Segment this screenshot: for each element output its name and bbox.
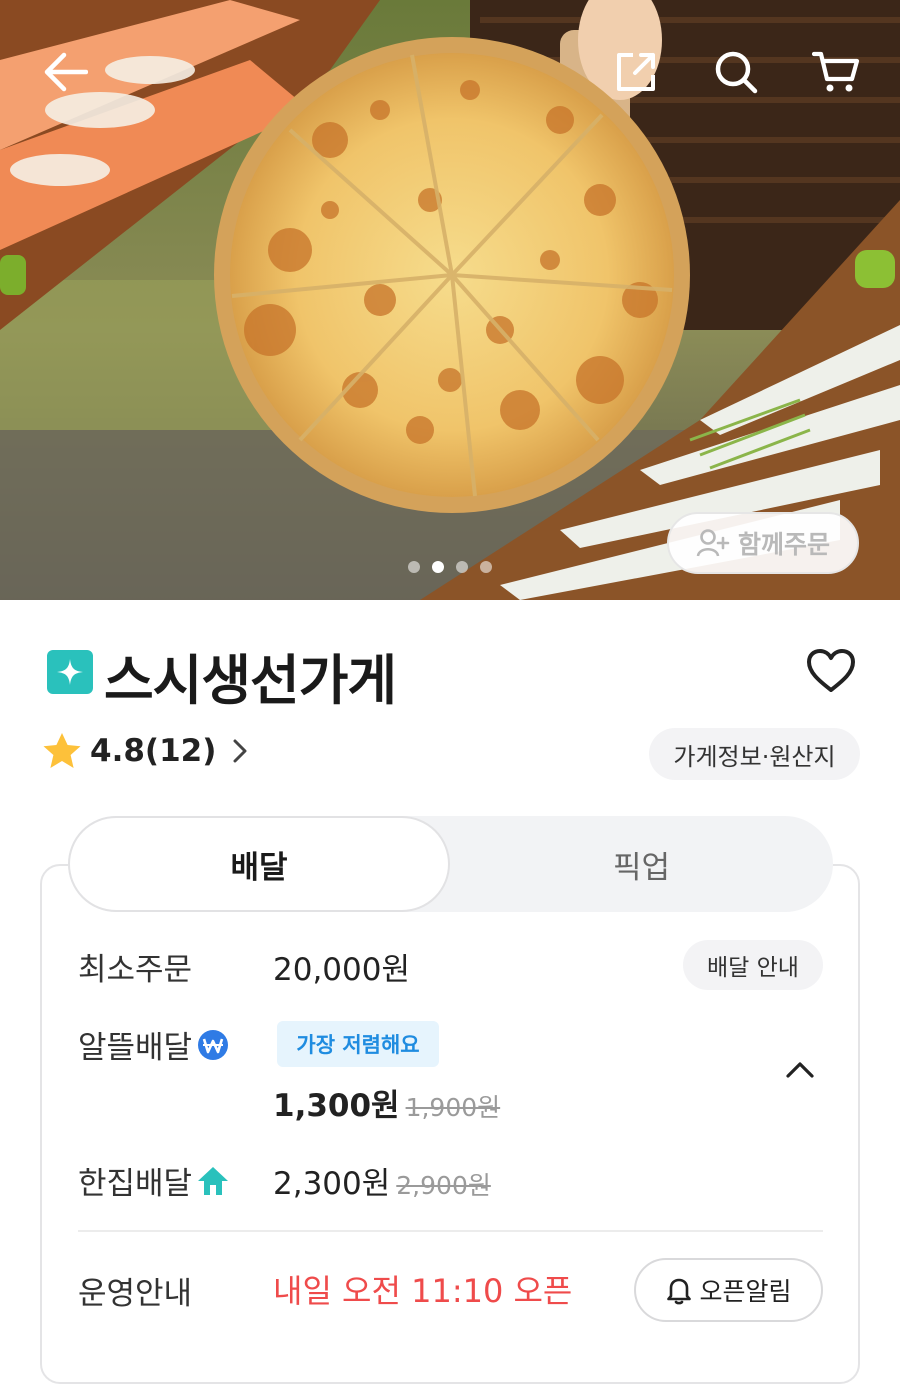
cart-icon xyxy=(812,51,860,92)
cart-button[interactable] xyxy=(804,40,868,104)
group-order-label: 함께주문 xyxy=(737,530,830,559)
single-delivery-original-price: 2,900원 xyxy=(396,1171,491,1200)
bell-icon xyxy=(667,1278,692,1305)
saver-delivery-price-row: 1,300원 1,900원 xyxy=(273,1080,500,1125)
saver-delivery-label-row: 알뜰배달 xyxy=(78,1022,230,1067)
carousel-dot[interactable] xyxy=(480,561,492,573)
collapse-button[interactable] xyxy=(782,1055,818,1085)
divider xyxy=(78,1230,823,1232)
favorite-button[interactable] xyxy=(802,642,860,700)
single-delivery-label: 한집배달 xyxy=(78,1166,193,1202)
tab-pickup[interactable]: 픽업 xyxy=(450,816,833,912)
search-button[interactable] xyxy=(704,40,768,104)
rating-row[interactable]: 4.8(12) xyxy=(42,732,248,770)
share-button[interactable] xyxy=(604,40,668,104)
add-person-icon xyxy=(696,529,730,557)
home-icon xyxy=(198,1166,229,1195)
share-icon xyxy=(617,53,655,91)
min-order-value: 20,000원 xyxy=(273,952,410,988)
carousel-dot-active[interactable] xyxy=(432,561,444,573)
single-delivery-label-row: 한집배달 xyxy=(78,1158,230,1203)
chevron-up-icon xyxy=(786,1062,814,1078)
carousel-dot[interactable] xyxy=(456,561,468,573)
saver-delivery-original-price: 1,900원 xyxy=(405,1093,501,1122)
hours-label: 운영안내 xyxy=(78,1276,193,1312)
carousel-dot[interactable] xyxy=(408,561,420,573)
heart-icon xyxy=(807,649,855,692)
open-alarm-label: 오픈알림 xyxy=(699,1277,792,1306)
store-hero-image: 함께주문 xyxy=(0,0,900,600)
saver-delivery-price: 1,300원 xyxy=(273,1088,400,1124)
back-button[interactable] xyxy=(34,40,98,104)
tab-delivery[interactable]: 배달 xyxy=(68,816,450,912)
rating-value: 4.8(12) xyxy=(90,733,217,769)
store-info-button[interactable]: 가게정보·원산지 xyxy=(649,728,860,780)
sparkle-icon xyxy=(57,659,83,685)
delivery-guide-button[interactable]: 배달 안내 xyxy=(683,940,823,990)
search-icon xyxy=(715,51,758,94)
store-name: 스시생선가게 xyxy=(104,649,397,712)
single-delivery-price-row: 2,300원 2,900원 xyxy=(273,1158,491,1203)
chevron-right-icon xyxy=(233,739,247,763)
star-icon xyxy=(43,733,81,768)
min-order-label: 최소주문 xyxy=(78,952,193,988)
group-order-button[interactable]: 함께주문 xyxy=(667,512,859,574)
single-delivery-price: 2,300원 xyxy=(273,1166,391,1202)
carousel-indicator xyxy=(408,561,492,573)
store-badge-icon xyxy=(47,650,93,694)
won-coin-icon xyxy=(198,1029,229,1060)
open-alarm-button[interactable]: 오픈알림 xyxy=(634,1258,823,1322)
open-time-text: 내일 오전 11:10 오픈 xyxy=(273,1272,573,1310)
back-arrow-icon xyxy=(44,52,88,92)
saver-delivery-label: 알뜰배달 xyxy=(78,1030,193,1066)
cheapest-tag: 가장 저렴해요 xyxy=(277,1021,439,1067)
